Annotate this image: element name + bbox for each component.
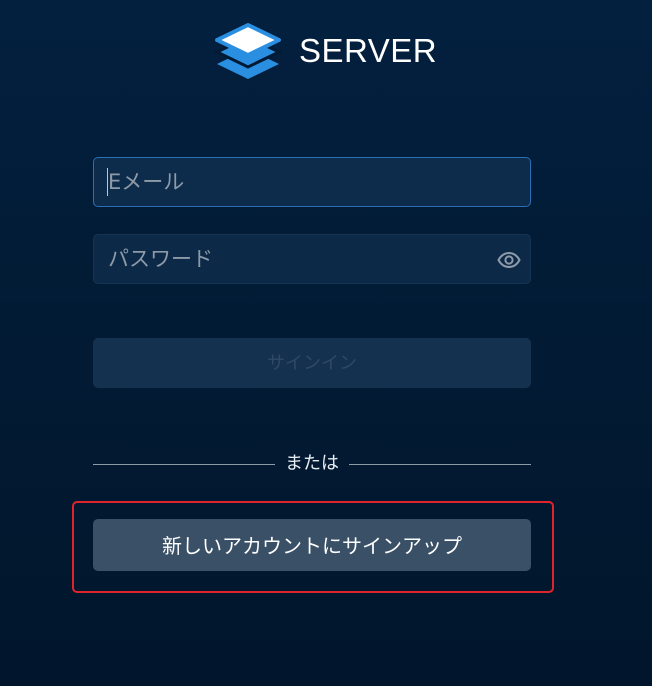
show-password-button[interactable] [496,248,522,272]
divider-line-left [93,463,275,465]
password-input[interactable] [94,235,530,283]
text-caret [107,168,108,196]
stacked-layers-icon [213,23,283,79]
signin-button[interactable]: サインイン [93,338,531,388]
or-label: または [285,453,339,474]
divider-line-right [349,463,531,465]
or-divider: または [93,452,531,476]
email-input[interactable] [94,158,530,206]
password-field-container[interactable] [93,234,531,284]
eye-icon [497,252,521,268]
brand-name: SERVER [299,31,438,69]
signup-button[interactable]: 新しいアカウントにサインアップ [93,519,531,571]
email-field-container[interactable] [93,157,531,207]
brand-header: SERVER [213,14,437,84]
